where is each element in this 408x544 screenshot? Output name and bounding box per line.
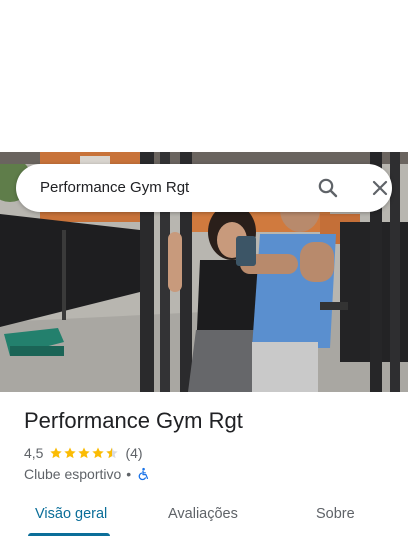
place-category[interactable]: Clube esportivo [24,466,121,482]
place-tabs: Visão geral Avaliações Sobre [0,496,408,540]
tab-reviews[interactable]: Avaliações [168,506,238,522]
wheelchair-icon [138,467,149,481]
tab-about[interactable]: Sobre [316,506,355,522]
star-icon [78,447,91,459]
review-count[interactable]: (4) [125,445,142,461]
category-row: Clube esportivo • [24,465,150,483]
rating-row[interactable]: 4,5 (4) [24,444,143,462]
star-icon [50,447,63,459]
half-star-icon [106,447,119,459]
tab-overview[interactable]: Visão geral [35,506,107,522]
search-icon[interactable] [316,176,340,200]
map-blank-area [0,0,408,152]
close-icon[interactable] [368,176,392,200]
star-rating [49,446,119,460]
rating-value: 4,5 [24,445,44,461]
star-icon [92,447,105,459]
search-input[interactable]: Performance Gym Rgt [40,179,189,196]
active-tab-indicator [28,533,110,536]
separator-dot: • [126,466,132,482]
place-title: Performance Gym Rgt [24,408,243,433]
star-icon [64,447,77,459]
search-bar[interactable]: Performance Gym Rgt [16,164,392,212]
